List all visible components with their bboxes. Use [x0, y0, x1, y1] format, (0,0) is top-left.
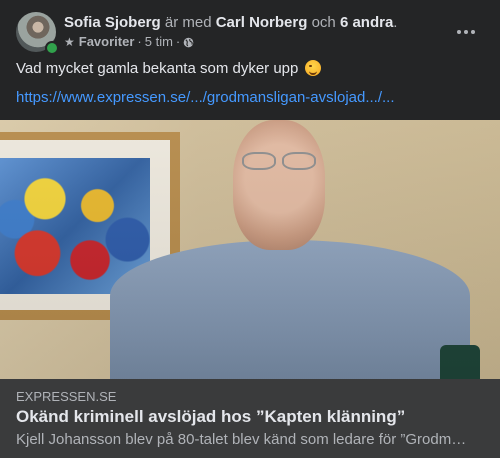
- period: .: [393, 14, 398, 31]
- globe-icon[interactable]: [183, 37, 194, 48]
- wink-emoji-icon: [304, 60, 321, 76]
- favorite-label: Favoriter: [78, 34, 135, 49]
- post-time[interactable]: 5 tim: [145, 34, 173, 50]
- star-icon: ★: [64, 35, 75, 49]
- link-preview-title[interactable]: Okänd kriminell avslöjad hos ”Kapten klä…: [16, 406, 405, 428]
- others-link[interactable]: 6 andra: [340, 14, 393, 31]
- photo-shade: [0, 120, 500, 379]
- post-text: Vad mycket gamla bekanta som dyker upp: [16, 59, 321, 79]
- link-preview-image[interactable]: [0, 120, 500, 379]
- post-meta: ★ Favoriter · 5 tim ·: [64, 34, 194, 50]
- more-options-icon[interactable]: [448, 20, 484, 44]
- and-text: och: [311, 14, 336, 31]
- tagged-person[interactable]: Carl Norberg: [216, 14, 308, 31]
- post-link[interactable]: https://www.expressen.se/.../grodmanslig…: [16, 88, 395, 108]
- feed-post: Sofia Sjoberg är med Carl Norberg och 6 …: [0, 0, 500, 458]
- post-message: Vad mycket gamla bekanta som dyker upp: [16, 60, 299, 77]
- meta-separator: ·: [137, 34, 142, 49]
- online-status-icon: [45, 41, 59, 55]
- link-preview-card[interactable]: EXPRESSEN.SE Okänd kriminell avslöjad ho…: [0, 379, 500, 458]
- link-preview-description: Kjell Johansson blev på 80-talet blev kä…: [16, 431, 467, 448]
- author-line: Sofia Sjoberg är med Carl Norberg och 6 …: [64, 13, 397, 33]
- with-text: är med: [164, 14, 212, 31]
- link-preview-domain: EXPRESSEN.SE: [16, 389, 117, 404]
- author-name[interactable]: Sofia Sjoberg: [64, 14, 161, 31]
- post-header: Sofia Sjoberg är med Carl Norberg och 6 …: [16, 12, 484, 56]
- meta-separator: ·: [175, 34, 181, 49]
